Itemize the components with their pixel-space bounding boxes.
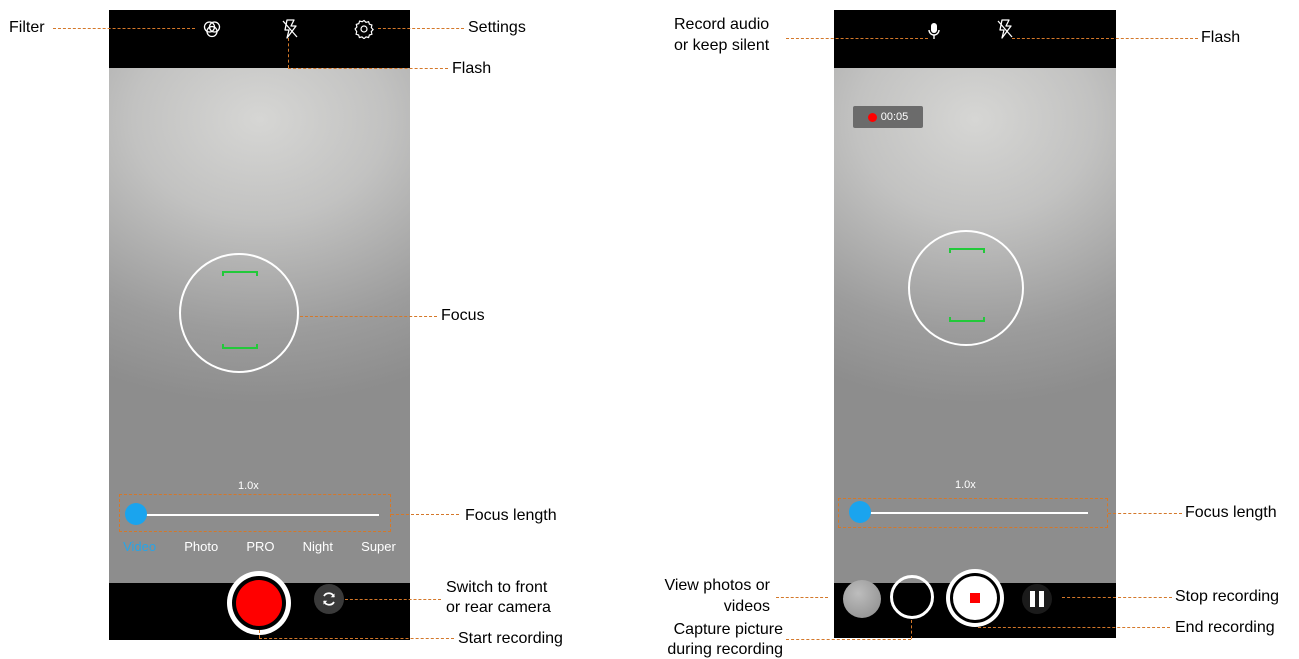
callout-line	[391, 514, 459, 515]
mode-selector: Video Photo PRO Night Super	[109, 539, 410, 554]
switch-camera-button[interactable]	[314, 584, 344, 614]
top-bar	[109, 10, 410, 68]
callout-focus: Focus	[441, 307, 485, 324]
callout-line	[288, 68, 448, 69]
mode-night[interactable]: Night	[301, 539, 335, 554]
mode-pro[interactable]: PRO	[244, 539, 276, 554]
callout-focus-length: Focus length	[465, 507, 557, 524]
focus-length-highlight	[838, 498, 1108, 528]
callout-flash-right: Flash	[1201, 29, 1241, 46]
callout-view-photos-line2: videos	[723, 598, 770, 615]
callout-flash: Flash	[452, 60, 492, 77]
focus-bracket-bottom	[949, 317, 985, 322]
capture-button[interactable]	[890, 575, 934, 619]
flash-off-icon[interactable]	[995, 18, 1015, 40]
record-dot	[236, 580, 282, 626]
callout-view-photos-line1: View photos or	[664, 577, 770, 594]
camera-screen-recording: 00:05 1.0x	[834, 10, 1116, 638]
focus-length-highlight	[119, 494, 391, 532]
callout-line	[1012, 38, 1198, 39]
callout-line	[786, 639, 911, 640]
callout-record-audio-line1: Record audio	[674, 16, 770, 33]
callout-filter: Filter	[9, 19, 45, 36]
callout-line	[978, 627, 1170, 628]
callout-record-audio-line2: or keep silent	[674, 37, 770, 54]
callout-capture-line1: Capture picture	[673, 621, 783, 638]
mode-video[interactable]: Video	[121, 539, 158, 554]
callout-switch-camera-line1: Switch to front	[446, 579, 548, 596]
microphone-icon[interactable]	[926, 22, 942, 40]
callout-end-recording: End recording	[1175, 619, 1275, 636]
recording-timer: 00:05	[853, 106, 923, 128]
callout-capture-line2: during recording	[667, 641, 783, 658]
callout-line	[345, 599, 441, 600]
top-bar	[834, 10, 1116, 68]
focus-ring[interactable]	[179, 253, 299, 373]
stop-square-icon	[970, 593, 980, 603]
focus-bracket-bottom	[222, 344, 258, 349]
callout-start-recording: Start recording	[458, 630, 563, 647]
callout-settings: Settings	[468, 19, 526, 36]
callout-line	[1108, 513, 1182, 514]
bottom-bar	[834, 569, 1116, 638]
callout-line	[786, 38, 928, 39]
callout-line	[1062, 597, 1172, 598]
recording-timer-text: 00:05	[880, 111, 909, 123]
flash-off-icon[interactable]	[279, 18, 301, 40]
callout-focus-length-right: Focus length	[1185, 504, 1277, 521]
filter-icon[interactable]	[201, 18, 223, 40]
gallery-thumbnail[interactable]	[843, 580, 881, 618]
callout-line	[776, 597, 828, 598]
settings-icon[interactable]	[353, 18, 375, 40]
record-button[interactable]	[227, 571, 291, 635]
callout-line	[53, 28, 195, 29]
switch-camera-icon	[323, 592, 335, 606]
zoom-level-label: 1.0x	[955, 479, 976, 491]
callout-line	[300, 316, 437, 317]
callout-stop-recording: Stop recording	[1175, 588, 1280, 605]
pause-icon	[1030, 591, 1035, 607]
mode-photo[interactable]: Photo	[182, 539, 220, 554]
pause-button[interactable]	[1022, 584, 1052, 614]
zoom-level-label: 1.0x	[238, 480, 259, 492]
mode-super[interactable]: Super	[359, 539, 398, 554]
recording-indicator-dot	[867, 112, 877, 122]
callout-switch-camera-line2: or rear camera	[446, 599, 551, 616]
callout-line	[288, 38, 289, 68]
stop-button[interactable]	[946, 569, 1004, 627]
callout-line	[378, 28, 464, 29]
focus-bracket-top	[222, 271, 258, 276]
callout-line	[911, 620, 912, 639]
callout-line	[259, 638, 454, 639]
camera-screen-video-mode: 1.0x Video Photo PRO Night Super	[109, 10, 410, 640]
callout-line	[259, 630, 260, 638]
focus-bracket-top	[949, 248, 985, 253]
focus-ring[interactable]	[908, 230, 1024, 346]
